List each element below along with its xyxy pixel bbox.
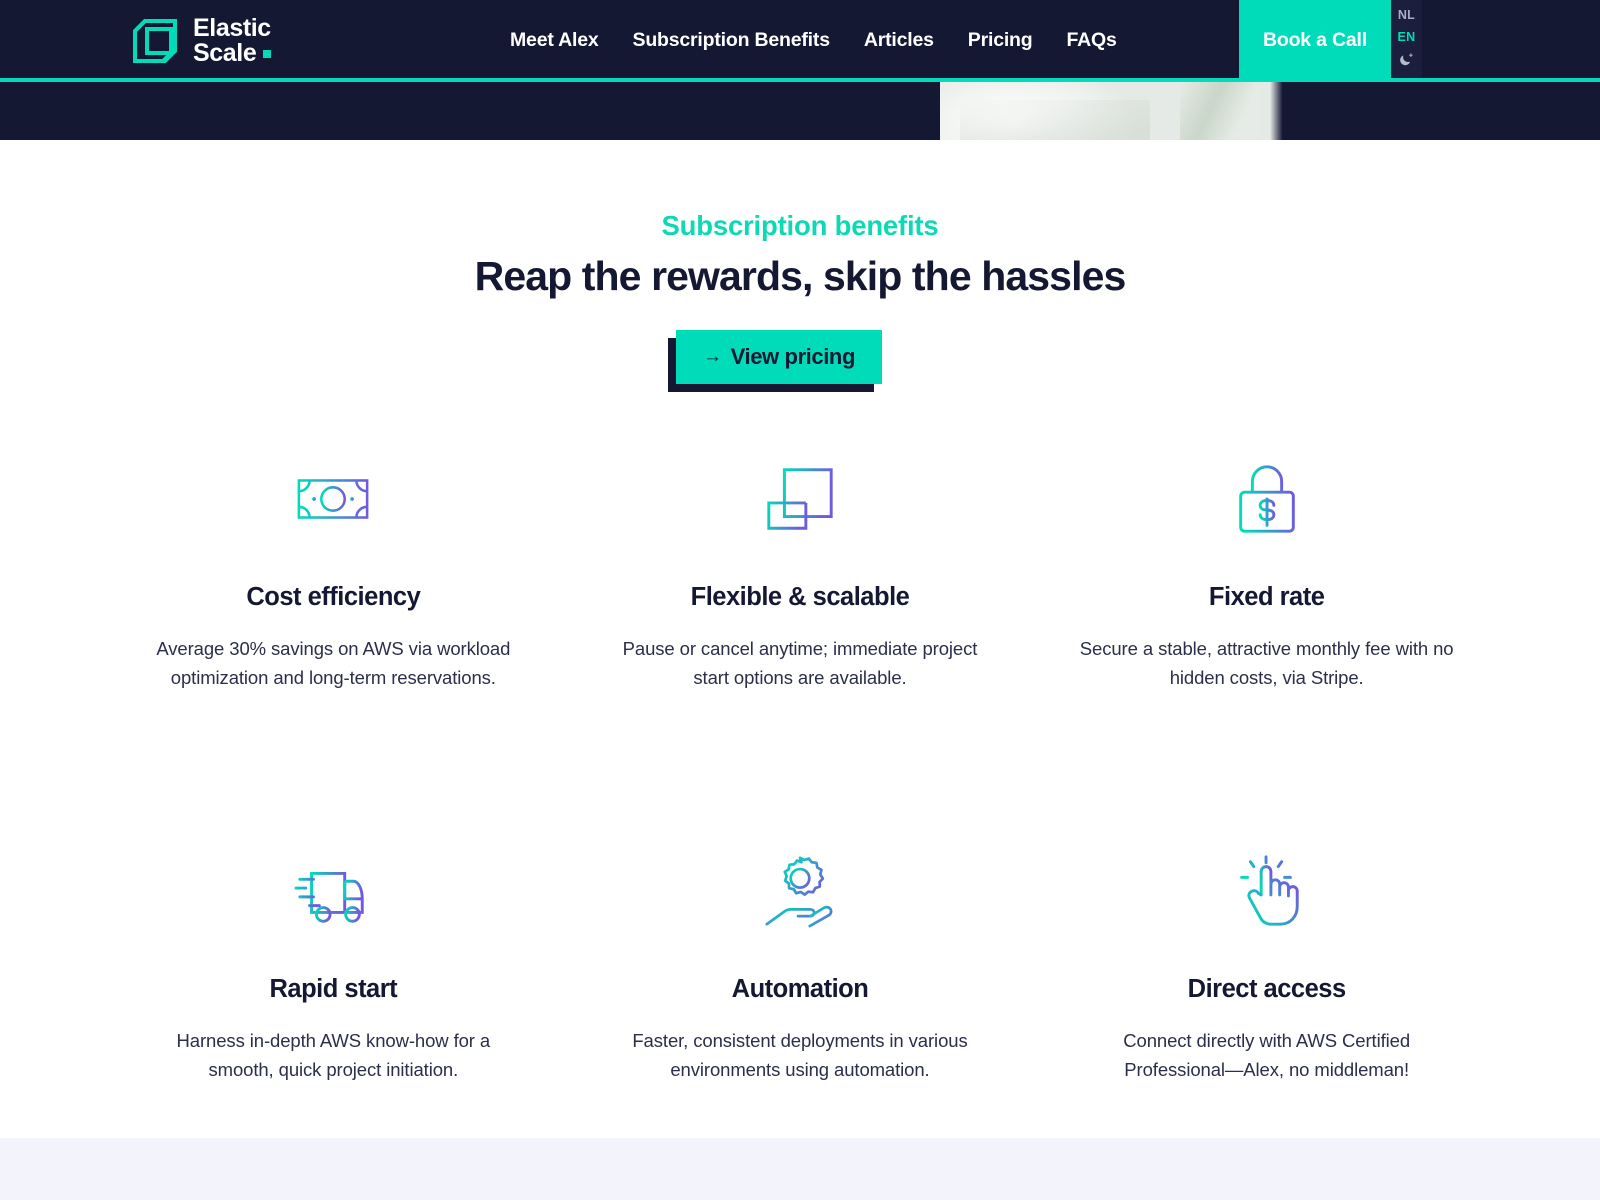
nav-item-faqs[interactable]: FAQs [1066,29,1116,52]
resize-squares-icon [767,468,833,530]
benefit-card-direct-access: Direct access Connect directly with AWS … [1033,852,1500,1084]
lock-dollar-icon [1238,465,1295,533]
benefit-title: Automation [731,975,869,1003]
benefit-card-fixed-rate: Fixed rate Secure a stable, attractive m… [1033,460,1500,692]
benefit-description: Average 30% savings on AWS via workload … [156,638,511,688]
benefit-title: Direct access [1187,975,1346,1003]
site-header: Elastic Scale Meet Alex Subscription Ben… [0,0,1600,140]
benefit-description: Pause or cancel anytime; immediate proje… [622,638,978,688]
benefits-grid: Cost efficiency Average 30% savings on A… [100,460,1500,1084]
view-pricing-cta-wrapper: → View pricing [668,330,882,392]
benefit-title: Fixed rate [1208,583,1325,611]
hero-photo-highlight [1180,82,1260,140]
benefit-card-automation: Automation Faster, consistent deployment… [567,852,1034,1084]
language-switch-en[interactable]: EN [1398,27,1416,47]
book-a-call-button[interactable]: Book a Call [1239,0,1391,80]
section-eyebrow: Subscription benefits [661,210,939,241]
benefit-card-flexible-scalable: Flexible & scalable Pause or cancel anyt… [567,460,1034,692]
logo-line-1: Elastic [193,14,271,42]
benefit-description: Secure a stable, attractive monthly fee … [1079,638,1454,688]
page-title: Reap the rewards, skip the hassles [474,253,1127,299]
elastic-scale-cube-icon [133,19,177,63]
site-logo[interactable]: Elastic Scale [131,14,272,67]
benefit-description: Connect directly with AWS Certified Prof… [1123,1030,1411,1080]
banknote-money-icon [297,479,369,519]
main-navigation: Elastic Scale Meet Alex Subscription Ben… [0,0,1600,80]
benefit-card-rapid-start: Rapid start Harness in-depth AWS know-ho… [100,852,567,1084]
benefit-description: Harness in-depth AWS know-how for a smoo… [176,1030,491,1080]
tap-hand-icon [1239,855,1299,926]
view-pricing-button[interactable]: → View pricing [676,330,882,384]
navbar-accent-underline [0,78,1600,82]
language-switch-nl[interactable]: NL [1398,5,1415,25]
logo-line-2: Scale [193,39,257,67]
gear-in-hand-icon [765,856,833,928]
subscription-benefits-section: Subscription benefits Reap the rewards, … [0,140,1600,1138]
benefit-title: Flexible & scalable [690,583,910,611]
fast-truck-icon [294,871,365,923]
benefit-title: Rapid start [269,975,398,1003]
utility-panel: NL EN [1391,0,1422,80]
arrow-right-icon: → [703,346,722,367]
benefit-card-cost-efficiency: Cost efficiency Average 30% savings on A… [100,460,567,692]
view-pricing-label: View pricing [730,344,856,369]
benefit-title: Cost efficiency [246,583,421,611]
benefit-description: Faster, consistent deployments in variou… [632,1030,968,1080]
footer-band [0,1138,1600,1200]
nav-item-articles[interactable]: Articles [864,29,934,52]
nav-item-subscription-benefits[interactable]: Subscription Benefits [633,29,831,52]
hero-photo-shade [960,100,1150,140]
nav-item-pricing[interactable]: Pricing [968,29,1033,52]
nav-link-list: Meet Alex Subscription Benefits Articles… [510,0,1117,80]
logo-wordmark: Elastic Scale [193,14,272,67]
logo-dot-icon [263,49,272,58]
moon-star-icon[interactable] [1398,50,1416,68]
nav-item-meet-alex[interactable]: Meet Alex [510,29,599,52]
